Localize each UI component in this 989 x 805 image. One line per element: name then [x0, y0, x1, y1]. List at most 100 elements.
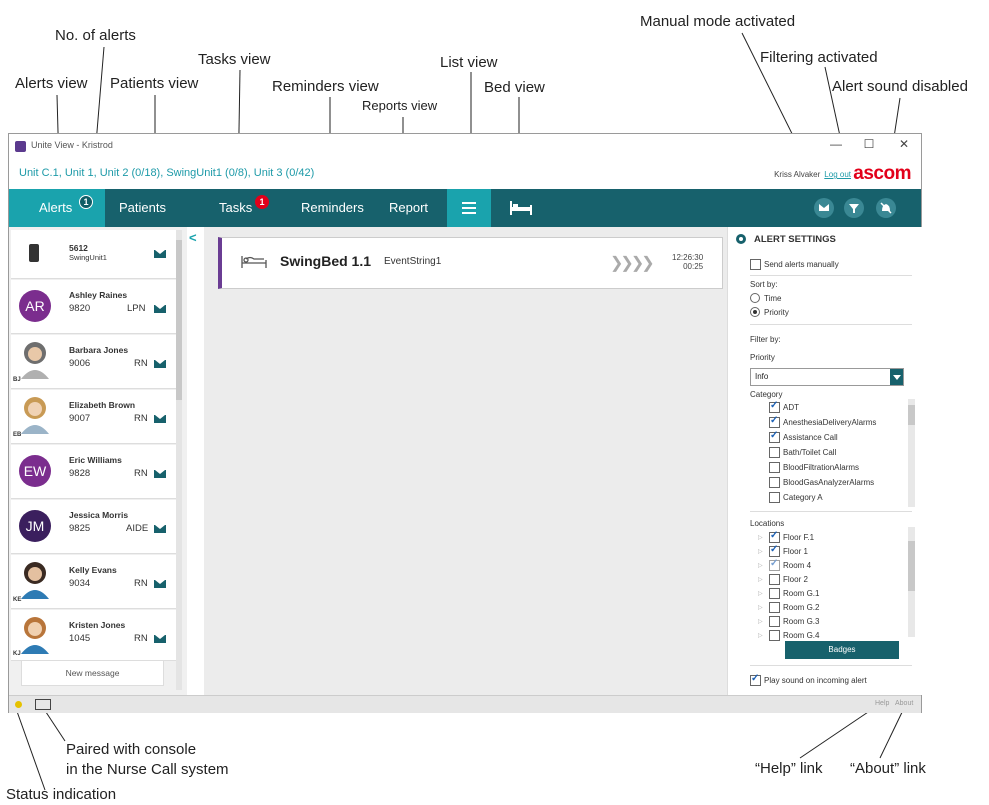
divider — [750, 324, 912, 325]
expand-icon[interactable]: ▷ — [758, 562, 763, 569]
callout-help-link: “Help” link — [755, 760, 823, 777]
gear-icon — [736, 234, 746, 244]
category-checkbox[interactable] — [769, 447, 780, 458]
contacts-sidebar: 5612 SwingUnit1 AR Ashley Raines 9820 LP… — [9, 227, 187, 695]
about-link[interactable]: About — [895, 700, 913, 707]
locations-scrollbar[interactable] — [908, 527, 915, 637]
help-link[interactable]: Help — [875, 700, 889, 707]
filter-icon[interactable] — [844, 198, 864, 218]
mail-icon[interactable] — [154, 580, 166, 588]
category-item: Assistance Call — [783, 433, 838, 442]
chevrons-icon: ❯❯❯❯ — [610, 255, 655, 272]
contact-card[interactable]: AR Ashley Raines 9820 LPN — [11, 280, 176, 334]
mail-icon[interactable] — [154, 525, 166, 533]
alert-time: 12:26:30 00:25 — [672, 253, 703, 271]
mail-icon[interactable] — [154, 250, 166, 258]
close-button[interactable]: ✕ — [889, 137, 919, 151]
contact-role: RN — [134, 358, 148, 369]
location-checkbox[interactable] — [769, 574, 780, 585]
scrollbar-thumb[interactable] — [176, 240, 182, 400]
sound-disabled-icon[interactable] — [876, 198, 896, 218]
category-checkbox[interactable] — [769, 400, 780, 413]
sort-time-radio[interactable] — [750, 293, 760, 303]
tab-patients[interactable]: Patients — [119, 189, 166, 227]
app-icon — [15, 141, 26, 152]
tab-tasks-label: Tasks — [219, 200, 253, 215]
alert-card[interactable]: SwingBed 1.1 EventString1 ❯❯❯❯ 12:26:30 … — [218, 237, 723, 289]
sort-by-label: Sort by: — [750, 280, 778, 289]
bed-view-button[interactable] — [504, 197, 548, 219]
category-checkbox[interactable] — [769, 477, 780, 488]
minimize-button[interactable]: — — [821, 137, 851, 151]
expand-icon[interactable]: ▷ — [758, 534, 763, 541]
send-manually-checkbox[interactable] — [750, 259, 761, 270]
tab-alerts[interactable]: Alerts 1 — [9, 189, 105, 227]
chevron-down-icon[interactable] — [890, 369, 903, 385]
manual-mode-icon[interactable] — [814, 198, 834, 218]
category-checkbox[interactable] — [769, 462, 780, 473]
callout-tasks-view: Tasks view — [198, 51, 271, 68]
unit-row: Unit C.1, Unit 1, Unit 2 (0/18), SwingUn… — [9, 160, 921, 184]
mail-icon[interactable] — [154, 635, 166, 643]
contact-card[interactable]: KE Kelly Evans 9034 RN — [11, 555, 176, 609]
contact-role: RN — [134, 468, 148, 479]
contact-name: Jessica Morris — [69, 510, 129, 520]
expand-icon[interactable]: ▷ — [758, 604, 763, 611]
location-checkbox[interactable] — [769, 630, 780, 641]
mail-icon[interactable] — [154, 305, 166, 313]
location-checkbox[interactable] — [769, 558, 780, 571]
location-checkbox[interactable] — [769, 616, 780, 627]
contacts-scrollbar[interactable] — [176, 230, 182, 690]
tab-reminders[interactable]: Reminders — [301, 189, 364, 227]
collapse-sidebar-button[interactable]: < — [189, 230, 197, 245]
priority-label: Priority — [750, 353, 775, 362]
maximize-button[interactable]: ☐ — [854, 137, 884, 151]
tab-tasks[interactable]: Tasks 1 — [219, 189, 279, 227]
scrollbar-thumb[interactable] — [908, 541, 915, 591]
new-message-button[interactable]: New message — [21, 660, 164, 686]
contact-card[interactable]: EB Elizabeth Brown 9007 RN — [11, 390, 176, 444]
play-sound-checkbox[interactable] — [750, 673, 761, 686]
tab-report[interactable]: Report — [389, 189, 428, 227]
category-checkbox[interactable] — [769, 415, 780, 428]
expand-icon[interactable]: ▷ — [758, 590, 763, 597]
location-checkbox[interactable] — [769, 530, 780, 543]
leader-status — [13, 702, 46, 791]
nav-bar: Alerts 1 Patients Tasks 1 Reminders Repo… — [9, 189, 921, 227]
contact-card[interactable]: KJ Kristen Jones 1045 RN — [11, 610, 176, 661]
avatar-initials: KE — [13, 597, 22, 603]
scrollbar-thumb[interactable] — [908, 405, 915, 425]
category-checkbox[interactable] — [769, 492, 780, 503]
contact-card[interactable]: EW Eric Williams 9828 RN — [11, 445, 176, 499]
sort-priority-radio[interactable] — [750, 307, 760, 317]
title-bar: Unite View - Kristrod — ☐ ✕ — [9, 134, 921, 160]
location-checkbox[interactable] — [769, 544, 780, 557]
avatar-initials: EB — [13, 432, 22, 438]
divider — [750, 665, 912, 666]
expand-icon[interactable]: ▷ — [758, 548, 763, 555]
expand-icon[interactable]: ▷ — [758, 632, 763, 639]
unit-list[interactable]: Unit C.1, Unit 1, Unit 2 (0/18), SwingUn… — [19, 167, 314, 179]
contact-card[interactable]: 5612 SwingUnit1 — [11, 230, 176, 279]
priority-select[interactable]: Info — [750, 368, 904, 386]
mail-icon[interactable] — [154, 470, 166, 478]
expand-icon[interactable]: ▷ — [758, 576, 763, 583]
category-checkbox[interactable] — [769, 430, 780, 443]
ascom-logo: ascom — [853, 163, 911, 184]
location-checkbox[interactable] — [769, 602, 780, 613]
logout-link[interactable]: Log out — [824, 170, 851, 179]
mail-icon[interactable] — [154, 415, 166, 423]
mail-icon[interactable] — [154, 360, 166, 368]
expand-icon[interactable]: ▷ — [758, 618, 763, 625]
tab-patients-label: Patients — [119, 200, 166, 215]
category-scrollbar[interactable] — [908, 399, 915, 507]
avatar — [21, 562, 49, 599]
contact-card[interactable]: BJ Barbara Jones 9006 RN — [11, 335, 176, 389]
badges-button[interactable]: Badges — [785, 641, 899, 659]
status-bar: Help About — [9, 695, 921, 713]
contact-role: RN — [134, 633, 148, 644]
list-view-button[interactable] — [447, 189, 491, 227]
avatar — [21, 342, 49, 379]
contact-card[interactable]: JM Jessica Morris 9825 AIDE — [11, 500, 176, 554]
location-checkbox[interactable] — [769, 588, 780, 599]
